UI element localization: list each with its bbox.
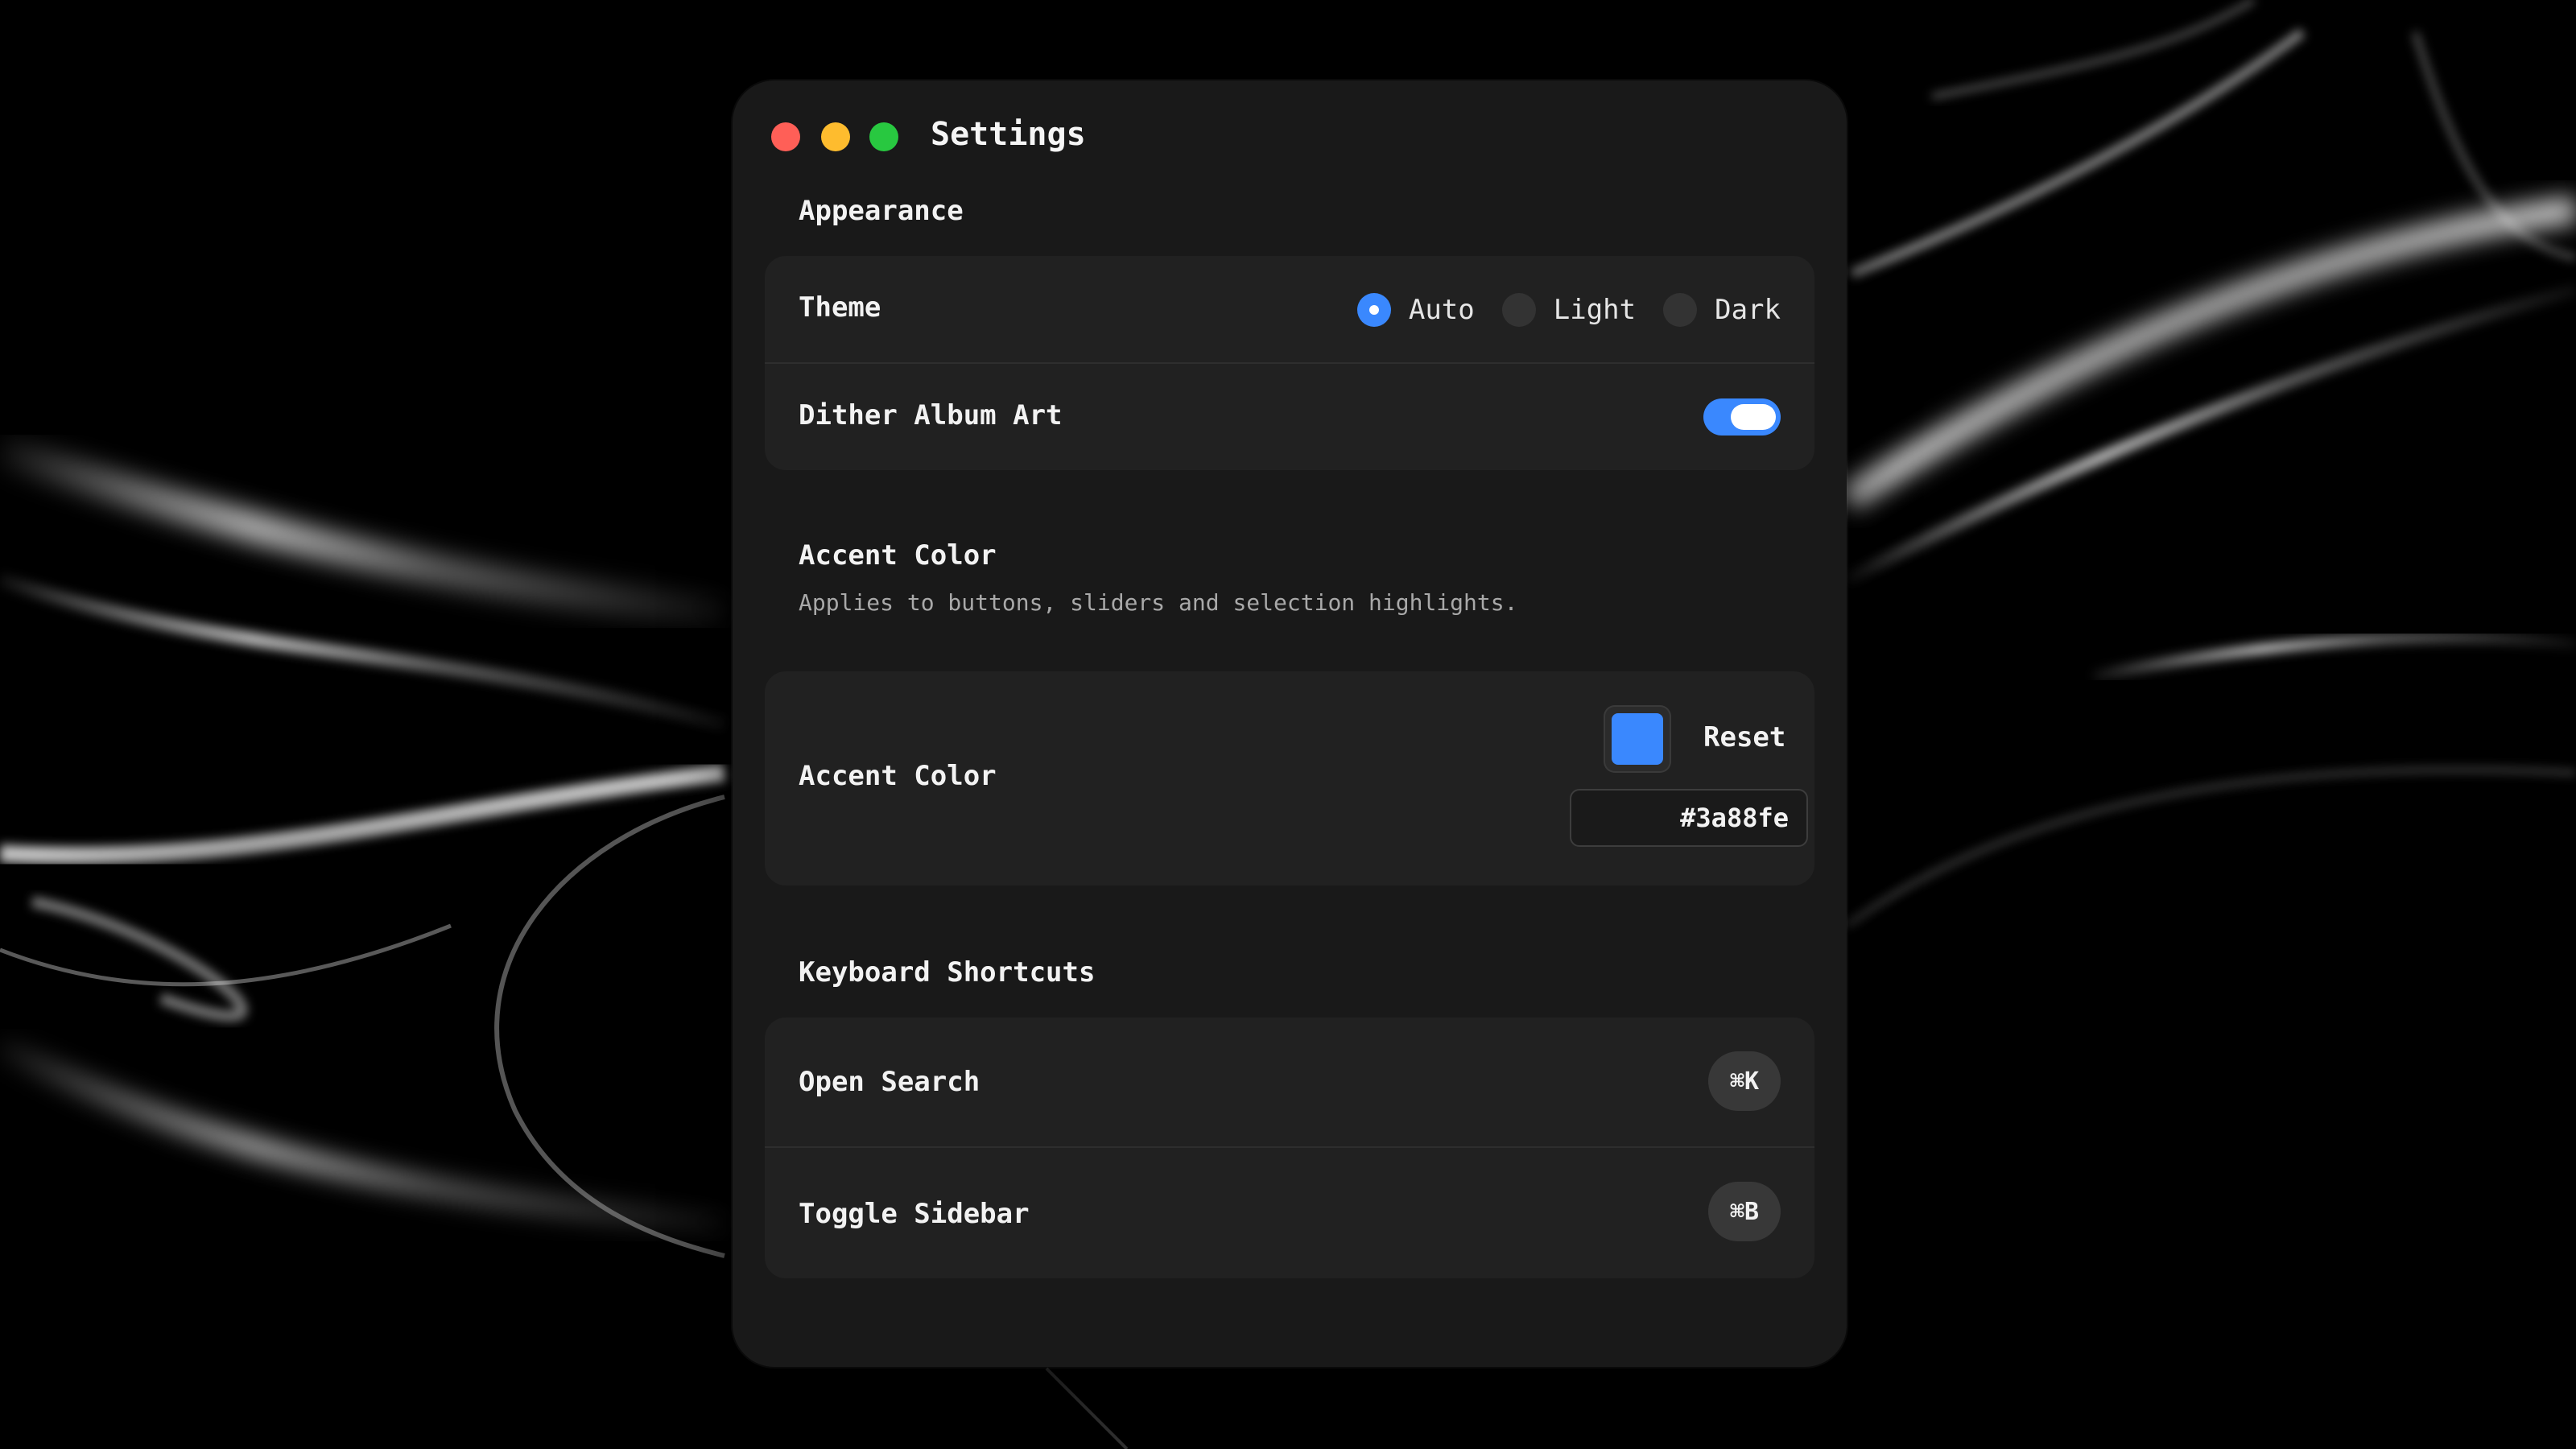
shortcut-row-open-search: Open Search ⌘K [765,1018,1814,1146]
window-title: Settings [931,116,1086,153]
appearance-card: Theme Auto Light Dark Dither Album Art [765,256,1814,470]
theme-option-auto[interactable]: Auto [1356,293,1475,327]
theme-option-light[interactable]: Light [1501,293,1637,327]
accent-color-label: Accent Color [799,760,997,792]
shortcut-row-toggle-sidebar: Toggle Sidebar ⌘B [765,1148,1814,1278]
toggle-knob [1731,404,1776,430]
accent-heading: Accent Color [799,539,997,572]
dither-label: Dither Album Art [799,399,1063,431]
theme-radio-group: Auto Light Dark [1330,290,1781,330]
reset-button[interactable]: Reset [1703,721,1785,753]
appearance-heading: Appearance [799,195,964,227]
color-swatch-button[interactable] [1604,705,1671,773]
theme-option-label: Dark [1715,294,1781,326]
theme-row: Theme Auto Light Dark [765,256,1814,362]
radio-dark[interactable] [1663,293,1698,327]
theme-option-label: Light [1553,294,1637,326]
color-swatch [1612,713,1663,765]
title-bar: Settings [733,80,1847,193]
minimize-window-button[interactable] [821,122,850,151]
close-window-button[interactable] [771,122,800,151]
radio-auto[interactable] [1356,293,1391,327]
radio-light[interactable] [1501,293,1536,327]
shortcut-key-badge[interactable]: ⌘K [1708,1051,1781,1111]
maximize-window-button[interactable] [869,122,898,151]
settings-window: Settings Appearance Theme Auto Light Dar… [733,80,1847,1367]
shortcuts-heading: Keyboard Shortcuts [799,956,1096,989]
shortcut-label: Toggle Sidebar [799,1198,1030,1230]
shortcut-label: Open Search [799,1066,980,1098]
theme-option-dark[interactable]: Dark [1663,293,1781,327]
shortcut-key-badge[interactable]: ⌘B [1708,1182,1781,1241]
hex-color-input[interactable] [1570,789,1808,847]
dither-row: Dither Album Art [765,364,1814,470]
accent-description: Applies to buttons, sliders and selectio… [799,589,1518,616]
accent-card: Accent Color Reset [765,671,1814,886]
shortcuts-card: Open Search ⌘K Toggle Sidebar ⌘B [765,1018,1814,1278]
theme-option-label: Auto [1408,294,1475,326]
theme-label: Theme [799,291,881,324]
dither-toggle[interactable] [1703,398,1781,436]
